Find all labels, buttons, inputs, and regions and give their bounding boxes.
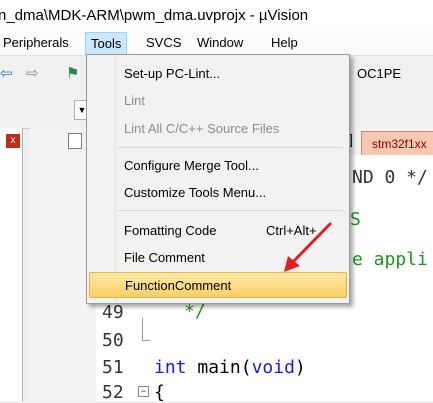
annotation-arrow-icon: [284, 222, 332, 272]
